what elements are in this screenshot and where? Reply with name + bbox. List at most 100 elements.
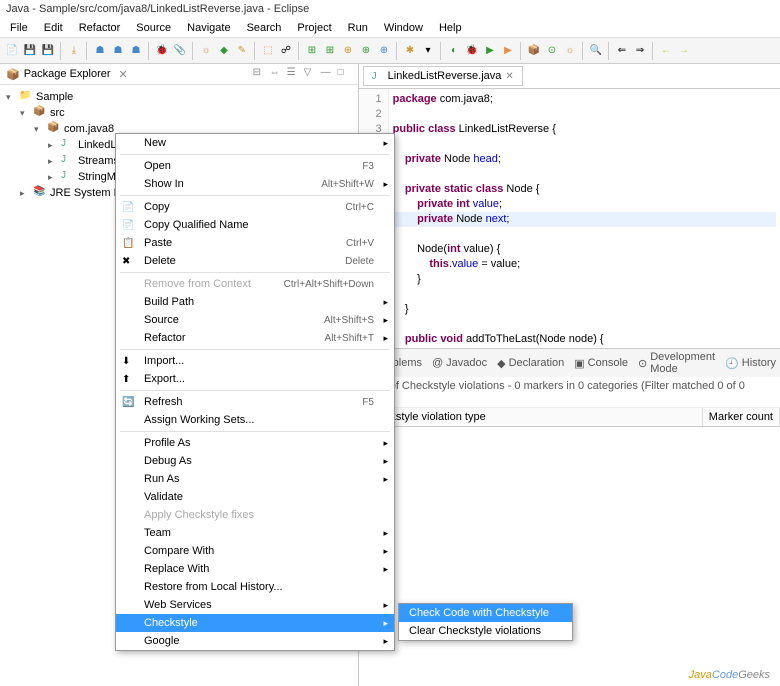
ctx-item[interactable]: 📄Copy Qualified Name — [116, 216, 394, 234]
violations-table-header: Checkstyle violation type Marker count — [359, 408, 780, 427]
minimize-icon[interactable]: — — [321, 67, 335, 81]
tool-icon[interactable]: ☗ — [110, 43, 126, 59]
tool-icon[interactable]: ☼ — [562, 43, 578, 59]
run-icon[interactable]: ▶ — [482, 43, 498, 59]
profile-icon[interactable]: ◐ — [446, 43, 462, 59]
menu-refactor[interactable]: Refactor — [71, 20, 129, 36]
menu-edit[interactable]: Edit — [36, 20, 71, 36]
tool-icon[interactable]: ⊕ — [376, 43, 392, 59]
tool-icon[interactable]: ⊞ — [322, 43, 338, 59]
ctx-item[interactable]: OpenF3 — [116, 157, 394, 175]
maximize-icon[interactable]: □ — [338, 67, 352, 81]
tab-history[interactable]: 🕘History — [725, 351, 776, 375]
ctx-item[interactable]: ⬇Import... — [116, 352, 394, 370]
ctx-item[interactable]: RefactorAlt+Shift+T▸ — [116, 329, 394, 347]
tab-console[interactable]: ▣Console — [574, 351, 628, 375]
save-all-icon[interactable]: 💾 — [40, 43, 56, 59]
save-icon[interactable]: 💾 — [22, 43, 38, 59]
ctx-item[interactable]: 📄CopyCtrl+C — [116, 198, 394, 216]
history-icon: 🕘 — [725, 357, 739, 370]
ctx-item[interactable]: Profile As▸ — [116, 434, 394, 452]
search-icon[interactable]: 🔍 — [588, 43, 604, 59]
col-marker-count[interactable]: Marker count — [703, 408, 780, 426]
submenu-item[interactable]: Clear Checkstyle violations — [399, 622, 572, 640]
code-content[interactable]: package com.java8; public class LinkedLi… — [389, 89, 780, 348]
ctx-item[interactable]: Team▸ — [116, 524, 394, 542]
ctx-item[interactable]: SourceAlt+Shift+S▸ — [116, 311, 394, 329]
tool-icon[interactable]: ⊞ — [304, 43, 320, 59]
ctx-item[interactable]: New▸ — [116, 134, 394, 152]
tool-icon[interactable]: ✎ — [234, 43, 250, 59]
tool-icon[interactable]: 📎 — [172, 43, 188, 59]
close-tab-icon[interactable]: ✕ — [505, 71, 513, 82]
ctx-item[interactable]: Restore from Local History... — [116, 578, 394, 596]
ctx-item[interactable]: Debug As▸ — [116, 452, 394, 470]
ctx-item[interactable]: Replace With▸ — [116, 560, 394, 578]
tool-icon[interactable]: ⊕ — [340, 43, 356, 59]
editor-tab[interactable]: J LinkedListReverse.java ✕ — [363, 66, 523, 86]
editor-panel: J LinkedListReverse.java ✕ 1234567891011… — [359, 64, 780, 686]
package-explorer-title: Package Explorer — [24, 68, 111, 80]
ctx-item[interactable]: Run As▸ — [116, 470, 394, 488]
ctx-item[interactable]: 📋PasteCtrl+V — [116, 234, 394, 252]
tool-icon[interactable]: ☼ — [198, 43, 214, 59]
menu-window[interactable]: Window — [376, 20, 431, 36]
tool-icon[interactable]: ◆ — [216, 43, 232, 59]
menu-help[interactable]: Help — [431, 20, 470, 36]
type-icon[interactable]: ⊙ — [544, 43, 560, 59]
ctx-item[interactable]: Compare With▸ — [116, 542, 394, 560]
tool-icon[interactable]: ☍ — [278, 43, 294, 59]
menu-bar: File Edit Refactor Source Navigate Searc… — [0, 18, 780, 38]
ctx-item[interactable]: 🔄RefreshF5 — [116, 393, 394, 411]
ctx-item[interactable]: Assign Working Sets... — [116, 411, 394, 429]
new-icon[interactable]: 📄 — [4, 43, 20, 59]
ctx-item[interactable]: Checkstyle▸ — [116, 614, 394, 632]
tab-devmode[interactable]: ⊙Development Mode — [638, 351, 715, 375]
ctx-item[interactable]: Build Path▸ — [116, 293, 394, 311]
tool-icon[interactable]: ⊕ — [358, 43, 374, 59]
ctx-item[interactable]: Show InAlt+Shift+W▸ — [116, 175, 394, 193]
dev-icon: ⊙ — [638, 357, 647, 370]
menu-project[interactable]: Project — [289, 20, 339, 36]
tab-declaration[interactable]: ◆Declaration — [497, 351, 564, 375]
debug-icon[interactable]: 🐞 — [154, 43, 170, 59]
ctx-item[interactable]: ⬆Export... — [116, 370, 394, 388]
collapse-icon[interactable]: ⊟ — [253, 67, 267, 81]
tool-icon[interactable]: ▾ — [420, 43, 436, 59]
back-icon[interactable]: ← — [658, 43, 674, 59]
menu-icon[interactable]: ▽ — [304, 67, 318, 81]
menu-source[interactable]: Source — [128, 20, 179, 36]
menu-file[interactable]: File — [2, 20, 36, 36]
tool-icon[interactable]: ✱ — [402, 43, 418, 59]
menu-run[interactable]: Run — [340, 20, 376, 36]
menu-search[interactable]: Search — [239, 20, 290, 36]
ctx-item[interactable]: Validate — [116, 488, 394, 506]
ext-icon[interactable]: 📦 — [526, 43, 542, 59]
context-menu[interactable]: New▸ OpenF3Show InAlt+Shift+W▸ 📄CopyCtrl+C… — [115, 133, 395, 651]
ctx-item[interactable]: Google▸ — [116, 632, 394, 650]
coverage-icon[interactable]: ▶ — [500, 43, 516, 59]
link-icon[interactable]: ⇔ — [270, 67, 284, 81]
tool-icon[interactable]: ⬚ — [260, 43, 276, 59]
submenu-item[interactable]: Check Code with Checkstyle — [399, 604, 572, 622]
skip-icon[interactable]: ⤓ — [66, 43, 82, 59]
ctx-item[interactable]: Web Services▸ — [116, 596, 394, 614]
tool-icon[interactable]: ☗ — [92, 43, 108, 59]
java-file-icon: J — [372, 71, 384, 82]
debug-run-icon[interactable]: 🐞 — [464, 43, 480, 59]
code-editor[interactable]: 1234567891011121314151617181920212223242… — [359, 89, 780, 348]
checkstyle-submenu[interactable]: Check Code with CheckstyleClear Checksty… — [398, 603, 573, 641]
ctx-item[interactable]: ✖DeleteDelete — [116, 252, 394, 270]
tab-javadoc[interactable]: @Javadoc — [432, 351, 487, 375]
filter-icon[interactable]: ☰ — [287, 67, 301, 81]
fwd-icon[interactable]: → — [676, 43, 692, 59]
console-icon: ▣ — [574, 357, 584, 370]
ctx-item: Apply Checkstyle fixes — [116, 506, 394, 524]
violations-table-body — [359, 427, 780, 686]
tool-icon[interactable]: ☗ — [128, 43, 144, 59]
nav-icon[interactable]: ⇒ — [632, 43, 648, 59]
col-violation-type[interactable]: Checkstyle violation type — [359, 408, 703, 426]
menu-navigate[interactable]: Navigate — [179, 20, 238, 36]
close-view-icon[interactable]: ✕ — [119, 68, 128, 81]
nav-icon[interactable]: ⇐ — [614, 43, 630, 59]
